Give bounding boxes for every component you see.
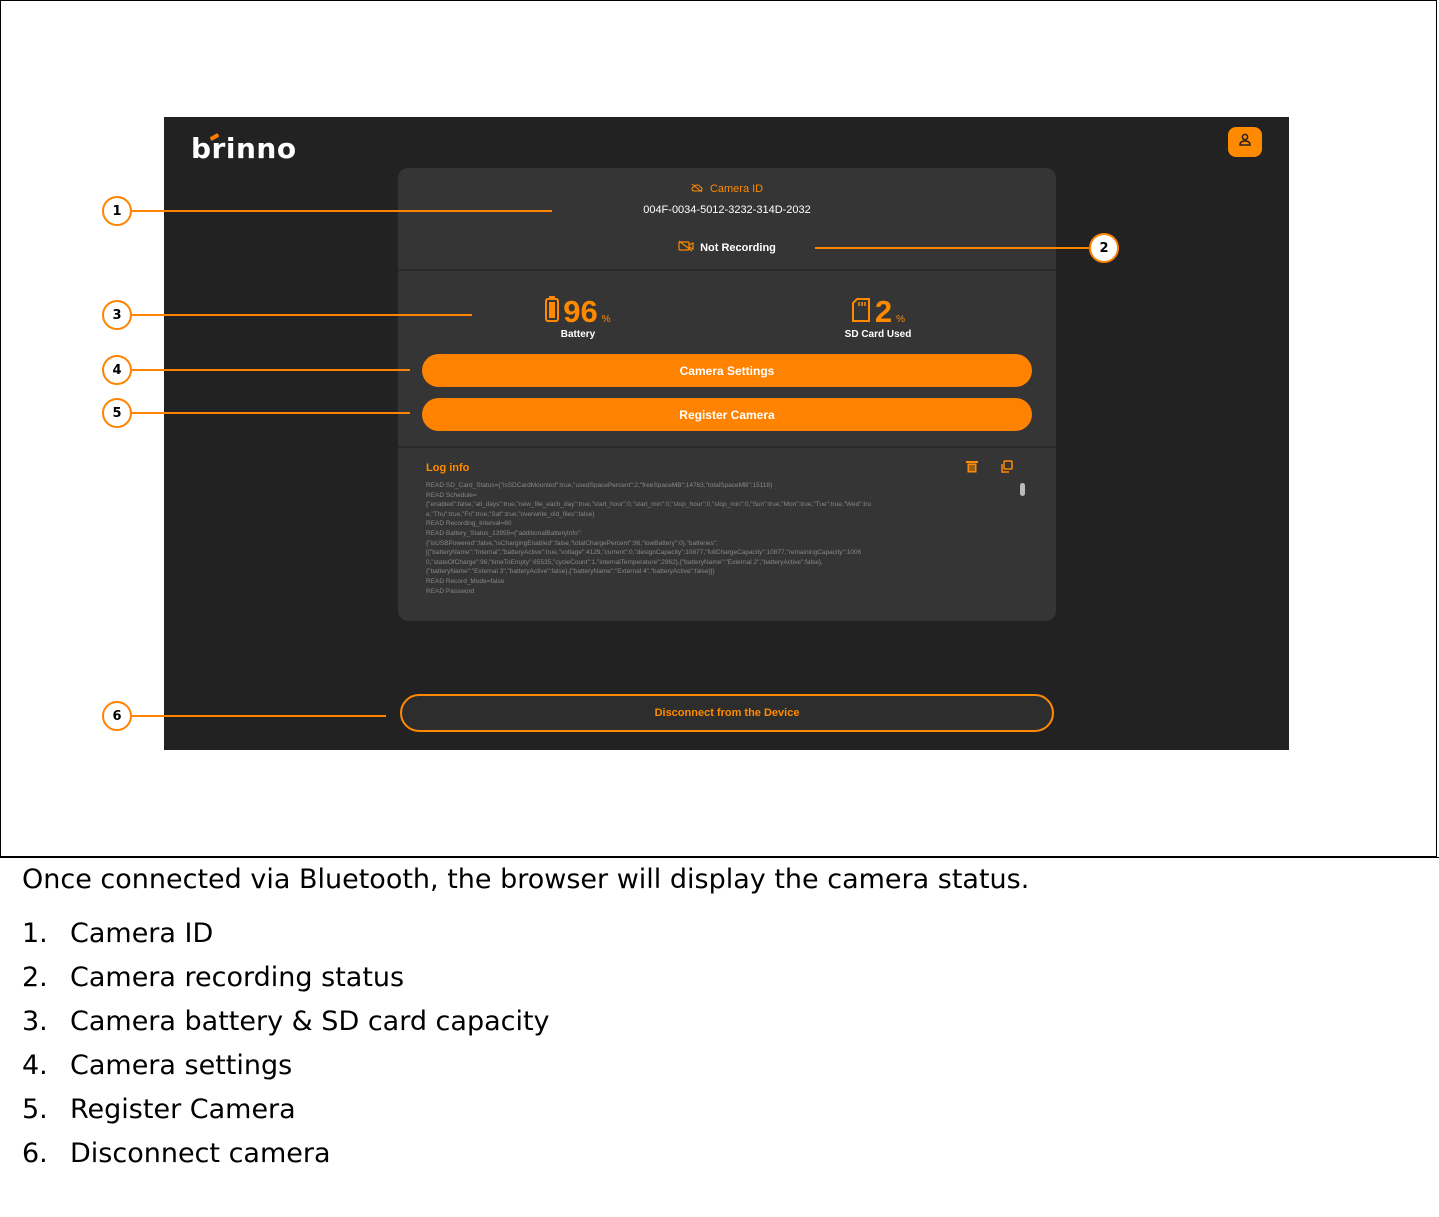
camera-status-panel: Camera ID 004F-0034-5012-3232-314D-2032 … [398, 168, 1056, 621]
user-icon [1237, 132, 1253, 153]
video-off-icon [678, 240, 694, 255]
callout-line-1 [132, 210, 552, 212]
list-item: 3. Camera battery & SD card capacity [22, 1006, 550, 1037]
feature-list: 1. Camera ID 2. Camera recording status 3.… [22, 912, 550, 1176]
divider [0, 857, 1439, 858]
user-button[interactable] [1228, 127, 1262, 157]
callout-line-5 [132, 412, 410, 414]
panel-divider [398, 446, 1056, 448]
log-line: {"batteryName":"External 3","batteryActi… [426, 568, 715, 576]
log-line: READ Record_Mode=false [426, 577, 505, 585]
sd-card-value: 2 [874, 294, 893, 329]
callout-3: 3 [102, 300, 132, 330]
battery-icon [545, 296, 560, 327]
callout-line-3 [132, 314, 472, 316]
copy-icon[interactable] [1000, 460, 1013, 478]
log-line: [{"batteryName":"Internal","batteryActiv… [426, 549, 862, 557]
log-info-title: Log info [426, 462, 470, 474]
log-line: 0,"stateOfCharge":96,"timeToEmpty":65535… [426, 558, 823, 566]
list-item: 2. Camera recording status [22, 962, 405, 993]
sd-card-unit: % [896, 314, 906, 325]
caption-text: Once connected via Bluetooth, the browse… [22, 864, 1030, 895]
log-body: READ SD_Card_Status={"isSDCardMounted":t… [426, 481, 991, 596]
recording-status-text: Not Recording [700, 241, 776, 254]
log-line: READ Recording_Interval=60 [426, 520, 512, 528]
sd-card-label: SD Card Used [844, 329, 912, 340]
cloud-off-icon [691, 183, 710, 195]
log-line: {"isUSBPowered":false,"isChargingEnabled… [426, 539, 718, 547]
camera-id-header: Camera ID [398, 183, 1056, 195]
callout-line-2 [815, 247, 1089, 249]
log-scrollbar[interactable] [1020, 483, 1025, 496]
battery-value: 96 [563, 294, 598, 329]
sd-card-icon [851, 298, 871, 327]
callout-1: 1 [102, 196, 132, 226]
list-item: 4. Camera settings [22, 1050, 293, 1081]
callout-5: 5 [102, 398, 132, 428]
log-line: {"enabled":false,"all_days":true,"new_fi… [426, 501, 871, 509]
callout-line-6 [132, 715, 386, 717]
callout-4: 4 [102, 355, 132, 385]
battery-stat: 96 % Battery [508, 296, 648, 340]
callout-2: 2 [1089, 233, 1119, 263]
list-item: 1. Camera ID [22, 918, 214, 949]
log-toolbar [966, 460, 1013, 478]
list-item: 6. Disconnect camera [22, 1138, 331, 1169]
camera-settings-button[interactable]: Camera Settings [422, 354, 1032, 387]
brinno-logo: brinno [191, 132, 297, 165]
camera-info-section: Camera ID 004F-0034-5012-3232-314D-2032 … [398, 168, 1056, 271]
log-line: READ Battery_Status_13955={"additionalBa… [426, 529, 582, 537]
battery-label: Battery [560, 329, 596, 340]
list-item: 5. Register Camera [22, 1094, 296, 1125]
log-line: READ SD_Card_Status={"isSDCardMounted":t… [426, 482, 773, 489]
battery-unit: % [601, 314, 611, 325]
sd-card-stat: 2 % SD Card Used [808, 296, 948, 340]
log-line: e,"Thu":true,"Fri":true,"Sat":true,"over… [426, 510, 595, 518]
log-line: READ Password [426, 587, 475, 595]
disconnect-button[interactable]: Disconnect from the Device [400, 694, 1054, 732]
register-camera-button[interactable]: Register Camera [422, 398, 1032, 431]
camera-id-label: Camera ID [709, 183, 764, 195]
log-line: READ Schedule= [426, 491, 477, 499]
callout-6: 6 [102, 701, 132, 731]
trash-icon[interactable] [966, 460, 978, 478]
callout-line-4 [132, 369, 410, 371]
